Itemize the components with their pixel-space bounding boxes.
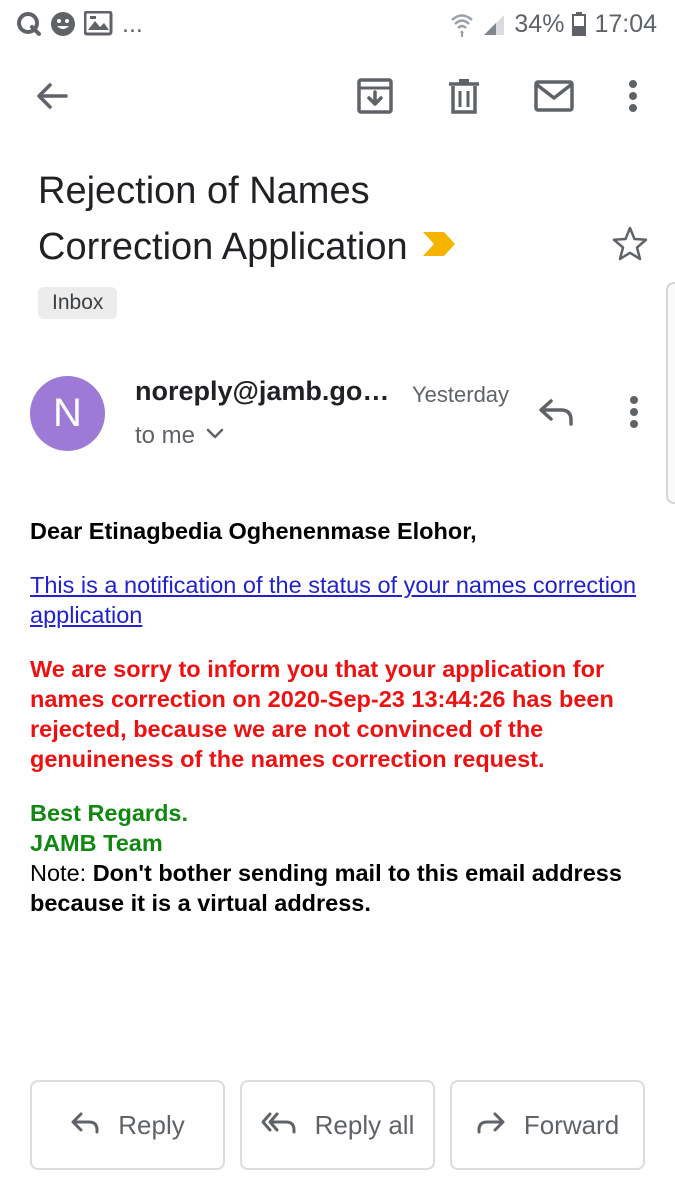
subject: Rejection of Names Correction Applicatio… — [38, 163, 608, 277]
face-icon — [50, 11, 76, 37]
note-text: Don't bother sending mail to this email … — [30, 860, 622, 916]
avatar[interactable]: N — [30, 376, 105, 451]
team-signature: JAMB Team — [30, 830, 163, 856]
recipient-details-toggle[interactable]: to me — [135, 422, 225, 450]
archive-icon — [356, 77, 394, 120]
reply-all-button[interactable]: Reply all — [240, 1080, 435, 1170]
inbox-label-chip[interactable]: Inbox — [38, 287, 118, 319]
note-label: Note: — [30, 860, 93, 886]
q-icon — [16, 11, 42, 37]
reply-label: Reply — [118, 1109, 185, 1140]
quick-reply-button[interactable] — [532, 390, 580, 438]
status-bar-right: 34% 17:04 — [450, 9, 657, 39]
notification-link[interactable]: This is a notification of the status of … — [30, 570, 650, 630]
gallery-icon — [84, 11, 114, 37]
bottom-actions: Reply Reply all Forward — [30, 1080, 645, 1170]
mark-unread-icon — [534, 79, 574, 117]
star-outline-icon — [611, 225, 649, 268]
subject-line-1: Rejection of Names — [38, 170, 370, 212]
signal-icon — [482, 12, 506, 36]
more-options-button[interactable] — [609, 74, 657, 122]
important-marker-icon[interactable] — [422, 217, 456, 273]
status-bar-left: ... — [16, 9, 143, 39]
note-paragraph: Note: Don't bother sending mail to this … — [30, 860, 622, 916]
greeting: Dear Etinagbedia Oghenenmase Elohor, — [30, 518, 477, 544]
battery-percent: 34% — [514, 9, 565, 38]
more-vert-icon — [628, 79, 638, 118]
reply-icon — [70, 1111, 100, 1140]
chevron-down-icon — [205, 427, 225, 446]
status-overflow: ... — [122, 9, 143, 38]
mark-unread-button[interactable] — [530, 74, 578, 122]
recipient-text: to me — [135, 422, 196, 449]
wifi-icon — [450, 11, 474, 37]
email-body: Dear Etinagbedia Oghenenmase Elohor, Thi… — [30, 516, 650, 918]
status-bar: ... 34% 17:04 — [0, 0, 675, 50]
message-more-button[interactable] — [610, 390, 658, 438]
rejection-message: We are sorry to inform you that your app… — [30, 656, 614, 772]
clock: 17:04 — [594, 9, 657, 38]
back-arrow-icon — [34, 78, 70, 119]
star-button[interactable] — [606, 222, 654, 270]
more-vert-icon — [629, 395, 639, 434]
forward-button[interactable]: Forward — [450, 1080, 645, 1170]
reply-all-icon — [261, 1111, 297, 1140]
forward-icon — [476, 1111, 506, 1140]
battery-icon — [572, 12, 587, 36]
subject-line-2: Correction Application — [38, 226, 408, 268]
scroll-handle[interactable] — [666, 282, 675, 504]
delete-button[interactable] — [440, 74, 488, 122]
regards-text: Best Regards. — [30, 800, 189, 826]
reply-icon — [537, 397, 575, 432]
reply-all-label: Reply all — [314, 1109, 415, 1140]
forward-label: Forward — [523, 1109, 620, 1140]
subject-line-2-wrap: Correction Application — [38, 219, 608, 277]
delete-icon — [446, 77, 482, 120]
sender-name[interactable]: noreply@jamb.go… — [135, 376, 389, 407]
sent-time: Yesterday — [412, 382, 510, 407]
back-button[interactable] — [28, 74, 76, 122]
toolbar — [0, 60, 675, 136]
archive-button[interactable] — [351, 74, 399, 122]
reply-button[interactable]: Reply — [30, 1080, 225, 1170]
